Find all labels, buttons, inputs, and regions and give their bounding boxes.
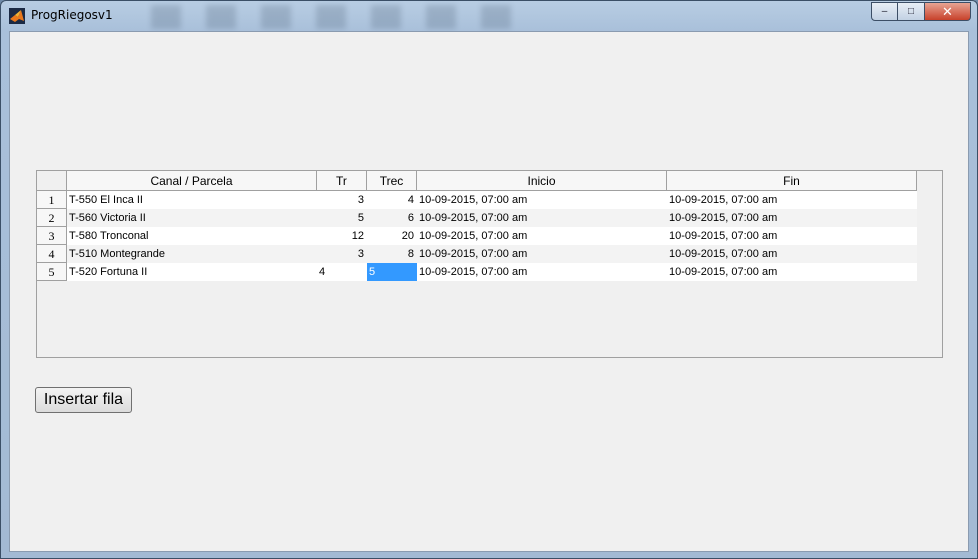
row-number[interactable]: 3	[37, 227, 67, 245]
cell-canal[interactable]: T-560 Victoria II	[67, 209, 317, 227]
cell-trec[interactable]: 4	[367, 191, 417, 209]
window-title: ProgRiegosv1	[31, 8, 113, 22]
cell-fin[interactable]: 10-09-2015, 07:00 am	[667, 191, 917, 209]
header-corner	[37, 171, 67, 191]
close-button[interactable]: ✕	[925, 2, 971, 21]
row-number[interactable]: 5	[37, 263, 67, 281]
table-row: 1 T-550 El Inca II 3 4 10-09-2015, 07:00…	[37, 191, 917, 209]
column-header-fin[interactable]: Fin	[667, 171, 917, 191]
table-header: Canal / Parcela Tr Trec Inicio Fin	[37, 171, 917, 191]
table-row: 5 T-520 Fortuna II 4 5 10-09-2015, 07:00…	[37, 263, 917, 281]
cell-inicio[interactable]: 10-09-2015, 07:00 am	[417, 227, 667, 245]
row-number[interactable]: 1	[37, 191, 67, 209]
cell-canal[interactable]: T-580 Tronconal	[67, 227, 317, 245]
window-controls: – □ ✕	[871, 2, 971, 22]
cell-trec[interactable]: 20	[367, 227, 417, 245]
cell-inicio[interactable]: 10-09-2015, 07:00 am	[417, 191, 667, 209]
cell-fin[interactable]: 10-09-2015, 07:00 am	[667, 245, 917, 263]
table-row: 2 T-560 Victoria II 5 6 10-09-2015, 07:0…	[37, 209, 917, 227]
cell-tr[interactable]: 3	[317, 191, 367, 209]
data-table[interactable]: Canal / Parcela Tr Trec Inicio Fin 1 T-5…	[36, 170, 943, 358]
cell-trec[interactable]: 6	[367, 209, 417, 227]
cell-canal[interactable]: T-520 Fortuna II	[67, 263, 317, 281]
row-number[interactable]: 2	[37, 209, 67, 227]
minimize-icon: –	[881, 6, 888, 17]
title-bar[interactable]: ProgRiegosv1 – □ ✕	[1, 1, 977, 31]
cell-fin[interactable]: 10-09-2015, 07:00 am	[667, 209, 917, 227]
cell-tr[interactable]: 4	[317, 263, 367, 281]
cell-inicio[interactable]: 10-09-2015, 07:00 am	[417, 209, 667, 227]
row-number[interactable]: 4	[37, 245, 67, 263]
minimize-button[interactable]: –	[871, 2, 898, 21]
maximize-icon: □	[907, 6, 915, 17]
cell-tr[interactable]: 12	[317, 227, 367, 245]
figure-area: Canal / Parcela Tr Trec Inicio Fin 1 T-5…	[9, 31, 969, 552]
column-header-tr[interactable]: Tr	[317, 171, 367, 191]
cell-inicio[interactable]: 10-09-2015, 07:00 am	[417, 263, 667, 281]
cell-tr[interactable]: 3	[317, 245, 367, 263]
close-icon: ✕	[942, 3, 953, 19]
matlab-icon	[9, 8, 25, 24]
app-window: ProgRiegosv1 – □ ✕ Canal / Parcela Tr Tr…	[0, 0, 978, 559]
column-header-trec[interactable]: Trec	[367, 171, 417, 191]
insert-row-button[interactable]: Insertar fila	[35, 387, 132, 413]
cell-tr[interactable]: 5	[317, 209, 367, 227]
table-row: 4 T-510 Montegrande 3 8 10-09-2015, 07:0…	[37, 245, 917, 263]
table-row: 3 T-580 Tronconal 12 20 10-09-2015, 07:0…	[37, 227, 917, 245]
maximize-button[interactable]: □	[898, 2, 925, 21]
cell-trec[interactable]: 8	[367, 245, 417, 263]
column-header-inicio[interactable]: Inicio	[417, 171, 667, 191]
background-toolbar-blur	[151, 5, 531, 29]
cell-canal[interactable]: T-510 Montegrande	[67, 245, 317, 263]
column-header-canal[interactable]: Canal / Parcela	[67, 171, 317, 191]
cell-fin[interactable]: 10-09-2015, 07:00 am	[667, 263, 917, 281]
cell-trec-selected[interactable]: 5	[367, 263, 417, 281]
cell-fin[interactable]: 10-09-2015, 07:00 am	[667, 227, 917, 245]
cell-inicio[interactable]: 10-09-2015, 07:00 am	[417, 245, 667, 263]
cell-canal[interactable]: T-550 El Inca II	[67, 191, 317, 209]
